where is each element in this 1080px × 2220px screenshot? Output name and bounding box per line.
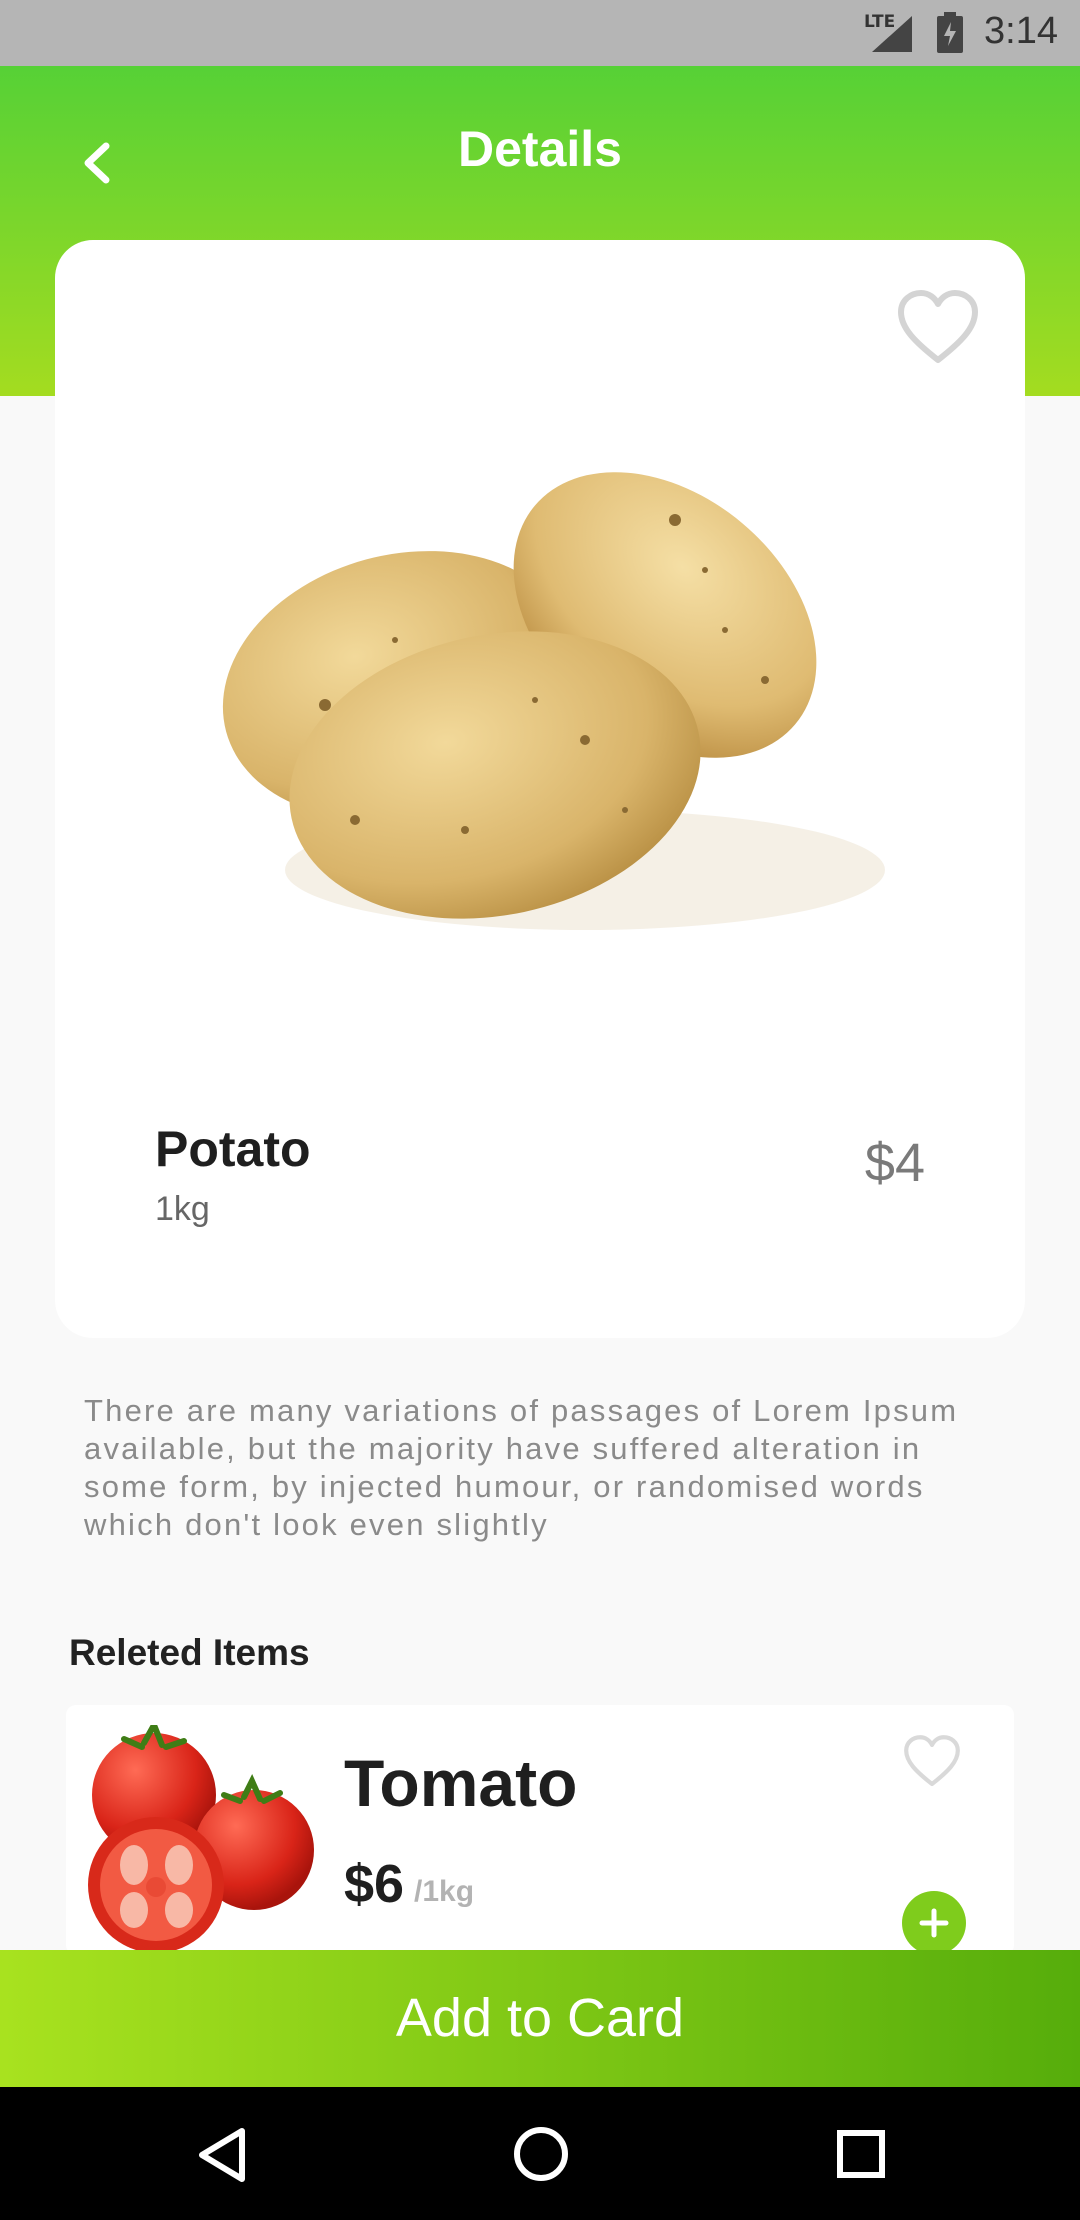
- nav-back-icon[interactable]: [194, 2125, 250, 2185]
- add-to-card-button[interactable]: Add to Card: [0, 1950, 1080, 2087]
- battery-icon: [937, 12, 963, 53]
- related-items-heading: Releted Items: [69, 1632, 310, 1673]
- heart-outline-icon[interactable]: [902, 1733, 962, 1789]
- related-item-image-tomato: [88, 1725, 314, 1953]
- heart-outline-icon[interactable]: [895, 288, 981, 366]
- product-card: Potato 1kg $4: [55, 240, 1025, 1338]
- product-name: Potato: [155, 1121, 311, 1177]
- product-price: $4: [864, 1133, 925, 1193]
- related-item-card[interactable]: Tomato $6 /1kg: [66, 1705, 1014, 1955]
- related-item-price: $6: [344, 1854, 405, 1914]
- signal-icon: [872, 16, 912, 52]
- related-item-name: Tomato: [344, 1746, 578, 1820]
- product-description: There are many variations of passages of…: [84, 1393, 959, 1542]
- system-nav-bar: [0, 2087, 1080, 2220]
- status-bar: LTE 3:14: [0, 0, 1080, 66]
- clock: 3:14: [984, 10, 1058, 52]
- nav-recents-icon[interactable]: [834, 2127, 888, 2181]
- nav-home-icon[interactable]: [510, 2123, 572, 2185]
- product-weight: 1kg: [155, 1190, 210, 1228]
- product-image-potato: [222, 472, 885, 930]
- page-title: Details: [458, 121, 622, 177]
- related-item-unit: /1kg: [414, 1875, 475, 1908]
- plus-icon: [919, 1908, 949, 1938]
- add-item-button[interactable]: [902, 1891, 966, 1955]
